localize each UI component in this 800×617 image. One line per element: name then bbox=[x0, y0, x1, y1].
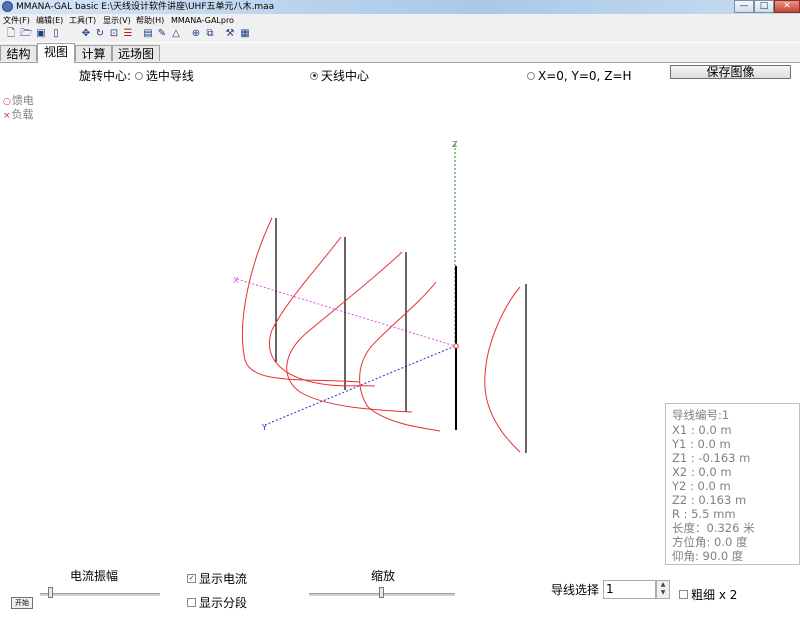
info-x2: X2 : 0.0 m bbox=[672, 465, 732, 479]
wire-select-label: 导线选择 bbox=[551, 583, 600, 597]
start-button[interactable]: 开始 bbox=[11, 597, 33, 609]
show-segments-label[interactable]: 显示分段 bbox=[199, 596, 247, 610]
current-curve-5 bbox=[484, 286, 521, 453]
x-axis bbox=[236, 278, 456, 347]
show-current-label[interactable]: 显示电流 bbox=[199, 572, 247, 586]
info-y2: Y2 : 0.0 m bbox=[672, 479, 731, 493]
spin-down-icon[interactable]: ▼ bbox=[657, 589, 669, 597]
zoom-slider-thumb[interactable] bbox=[379, 587, 384, 598]
show-current-checkbox[interactable]: ✓ bbox=[187, 574, 196, 583]
tab-view[interactable]: 视图 bbox=[37, 43, 75, 63]
thick-checkbox[interactable] bbox=[679, 590, 688, 599]
zoom-label: 缩放 bbox=[371, 569, 396, 583]
info-radius: R : 5.5 mm bbox=[672, 507, 736, 521]
slider-track bbox=[40, 593, 160, 596]
current-curve-4 bbox=[359, 281, 441, 432]
current-curve-3 bbox=[286, 251, 413, 413]
spin-up-icon[interactable]: ▲ bbox=[657, 581, 669, 589]
show-segments-checkbox[interactable] bbox=[187, 598, 196, 607]
zoom-slider[interactable] bbox=[309, 586, 455, 602]
info-y1: Y1 : 0.0 m bbox=[672, 437, 731, 451]
current-amplitude-slider[interactable] bbox=[40, 586, 160, 602]
current-curve-1 bbox=[242, 217, 361, 383]
z-axis-label: Z bbox=[452, 140, 458, 149]
y-axis-label: Y bbox=[261, 423, 267, 432]
feed-point-marker bbox=[453, 343, 459, 349]
wire-info-panel: 导线编号:1 X1 : 0.0 m Y1 : 0.0 m Z1 : -0.163… bbox=[665, 403, 800, 565]
info-wire-number: 导线编号:1 bbox=[672, 408, 730, 422]
show-segments-option[interactable]: 显示分段 bbox=[187, 596, 247, 610]
info-x1: X1 : 0.0 m bbox=[672, 423, 732, 437]
info-elevation: 仰角: 90.0 度 bbox=[672, 549, 744, 563]
current-amplitude-label: 电流振幅 bbox=[70, 569, 119, 583]
info-azimuth: 方位角: 0.0 度 bbox=[672, 535, 748, 549]
info-z1: Z1 : -0.163 m bbox=[672, 451, 751, 465]
thick-label[interactable]: 粗细 x 2 bbox=[691, 588, 737, 602]
thick-option[interactable]: 粗细 x 2 bbox=[679, 588, 737, 602]
current-curve-2 bbox=[269, 236, 376, 387]
info-length: 长度：0.326 米 bbox=[672, 521, 755, 535]
info-z2: Z2 : 0.163 m bbox=[672, 493, 747, 507]
slider-thumb[interactable] bbox=[48, 587, 53, 598]
wire-select-spinner[interactable]: ▲ ▼ bbox=[656, 580, 670, 599]
x-axis-label: X bbox=[233, 276, 239, 285]
wire-select-input[interactable]: 1 bbox=[603, 580, 656, 599]
show-current-option[interactable]: ✓ 显示电流 bbox=[187, 572, 247, 586]
